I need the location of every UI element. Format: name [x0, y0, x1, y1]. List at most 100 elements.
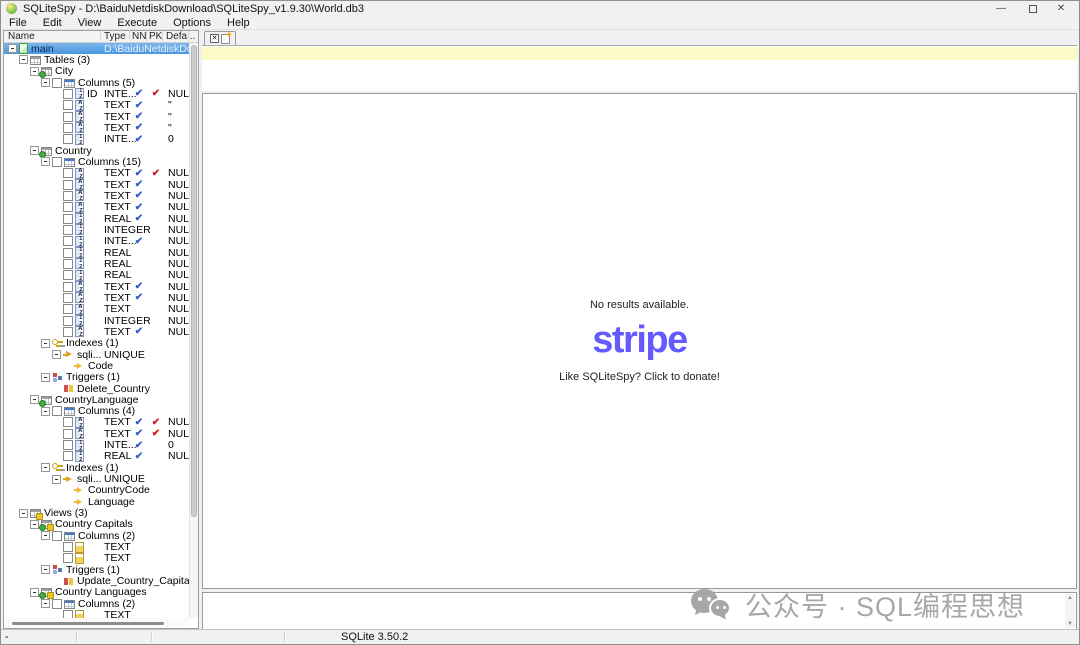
tree-vertical-scrollbar[interactable]	[189, 43, 198, 618]
expand-toggle[interactable]	[19, 55, 28, 64]
tree-row[interactable]: Tables (3)	[4, 54, 189, 65]
editor-current-line[interactable]	[202, 47, 1077, 60]
column-header-name[interactable]: Name	[8, 31, 35, 43]
tree-row[interactable]: TEXT✔✔NULL	[4, 168, 189, 179]
tree-row[interactable]: INTE...✔0	[4, 439, 189, 450]
sql-editor[interactable]	[202, 45, 1077, 91]
tree-row[interactable]: REALNULL	[4, 270, 189, 281]
tree-row[interactable]: Triggers (1)	[4, 564, 189, 575]
tree-row[interactable]: TEXT✔NULL	[4, 190, 189, 201]
checkbox[interactable]	[63, 429, 73, 439]
expand-toggle[interactable]	[41, 463, 50, 472]
expand-toggle[interactable]	[52, 350, 61, 359]
tree-row[interactable]: Indexes (1)	[4, 462, 189, 473]
checkbox[interactable]	[63, 293, 73, 303]
tree-row[interactable]: IDINTE...✔✔NULL	[4, 88, 189, 99]
sql-tab[interactable]: ✕	[204, 31, 236, 45]
checkbox[interactable]	[63, 542, 73, 552]
tree-row[interactable]: City	[4, 66, 189, 77]
checkbox[interactable]	[63, 451, 73, 461]
tree-row[interactable]: TEXTNULL	[4, 304, 189, 315]
checkbox[interactable]	[63, 202, 73, 212]
expand-toggle[interactable]	[41, 78, 50, 87]
menu-view[interactable]: View	[70, 16, 110, 30]
expand-toggle[interactable]	[41, 407, 50, 416]
checkbox[interactable]	[63, 553, 73, 563]
checkbox[interactable]	[63, 112, 73, 122]
tree-row[interactable]: Columns (4)	[4, 406, 189, 417]
expand-toggle[interactable]	[41, 157, 50, 166]
tree-row[interactable]: Update_Country_Capitals	[4, 575, 189, 586]
checkbox[interactable]	[63, 282, 73, 292]
menu-options[interactable]: Options	[165, 16, 219, 30]
scrollbar-thumb[interactable]	[191, 45, 197, 517]
scroll-down-icon[interactable]: ▼	[1065, 621, 1075, 627]
tree-row[interactable]: TEXT✔NULL	[4, 281, 189, 292]
tree-row[interactable]: Columns (15)	[4, 156, 189, 167]
checkbox[interactable]	[63, 168, 73, 178]
checkbox[interactable]	[63, 191, 73, 201]
tree-row[interactable]: CountryCode	[4, 485, 189, 496]
expand-toggle[interactable]	[30, 67, 39, 76]
tree-row[interactable]: TEXT✔"	[4, 100, 189, 111]
checkbox[interactable]	[63, 440, 73, 450]
stripe-logo[interactable]: stripe	[592, 321, 686, 359]
tree-row[interactable]: INTE...✔NULL	[4, 236, 189, 247]
close-button[interactable]: ✕	[1047, 2, 1075, 15]
tree-row[interactable]: TEXT✔"	[4, 122, 189, 133]
tree-row[interactable]: REAL✔NULL	[4, 451, 189, 462]
checkbox[interactable]	[63, 417, 73, 427]
column-header-nn[interactable]: NN	[132, 31, 146, 43]
donate-text[interactable]: Like SQLiteSpy? Click to donate!	[559, 371, 720, 383]
tree-row[interactable]: Columns (5)	[4, 77, 189, 88]
minimize-button[interactable]: —	[987, 2, 1015, 15]
tree-row[interactable]: INTEGERNULL	[4, 315, 189, 326]
tree-row[interactable]: TEXT✔✔NULL	[4, 417, 189, 428]
checkbox[interactable]	[63, 610, 73, 618]
tree-row[interactable]: REALNULL	[4, 247, 189, 258]
tree-row[interactable]: TEXT✔NULL	[4, 179, 189, 190]
tree-row[interactable]: sqli...UNIQUE	[4, 349, 189, 360]
tree-row[interactable]: TEXT	[4, 609, 189, 618]
menu-file[interactable]: File	[1, 16, 35, 30]
expand-toggle[interactable]	[41, 531, 50, 540]
tree-row[interactable]: Delete_Country	[4, 383, 189, 394]
tree-row[interactable]: TEXT	[4, 541, 189, 552]
tree-row[interactable]: Triggers (1)	[4, 372, 189, 383]
menu-help[interactable]: Help	[219, 16, 258, 30]
tree-row[interactable]: Columns (2)	[4, 530, 189, 541]
expand-toggle[interactable]	[30, 588, 39, 597]
tree-row[interactable]: REALNULL	[4, 258, 189, 269]
checkbox[interactable]	[63, 89, 73, 99]
close-tab-icon[interactable]: ✕	[210, 34, 219, 43]
tree-row[interactable]: TEXT	[4, 553, 189, 564]
expand-toggle[interactable]	[8, 44, 17, 53]
tree-row[interactable]: TEXT✔NULL	[4, 326, 189, 337]
tree-row[interactable]: Indexes (1)	[4, 338, 189, 349]
tree-row[interactable]: Views (3)	[4, 507, 189, 518]
checkbox[interactable]	[63, 100, 73, 110]
column-header-defa[interactable]: Defa...	[166, 31, 195, 43]
tree-row[interactable]: Code	[4, 360, 189, 371]
checkbox[interactable]	[63, 236, 73, 246]
tree-row[interactable]: sqli...UNIQUE	[4, 473, 189, 484]
expand-toggle[interactable]	[52, 475, 61, 484]
tree-row[interactable]: Country	[4, 145, 189, 156]
expand-toggle[interactable]	[19, 509, 28, 518]
scrollbar-thumb[interactable]	[12, 622, 164, 625]
tree-row[interactable]: mainD:\BaiduNetdiskDownload\	[4, 43, 189, 54]
messages-scrollbar[interactable]: ▲ ▼	[1065, 594, 1075, 628]
checkbox[interactable]	[63, 316, 73, 326]
checkbox[interactable]	[63, 327, 73, 337]
tree-row[interactable]: TEXT✔NULL	[4, 292, 189, 303]
menu-edit[interactable]: Edit	[35, 16, 70, 30]
checkbox[interactable]	[52, 78, 62, 88]
menu-execute[interactable]: Execute	[109, 16, 165, 30]
checkbox[interactable]	[52, 157, 62, 167]
checkbox[interactable]	[63, 248, 73, 258]
checkbox[interactable]	[52, 406, 62, 416]
checkbox[interactable]	[63, 259, 73, 269]
tree-row[interactable]: INTE...✔0	[4, 134, 189, 145]
scroll-up-icon[interactable]: ▲	[1065, 595, 1075, 601]
tree-row[interactable]: INTEGERNULL	[4, 224, 189, 235]
